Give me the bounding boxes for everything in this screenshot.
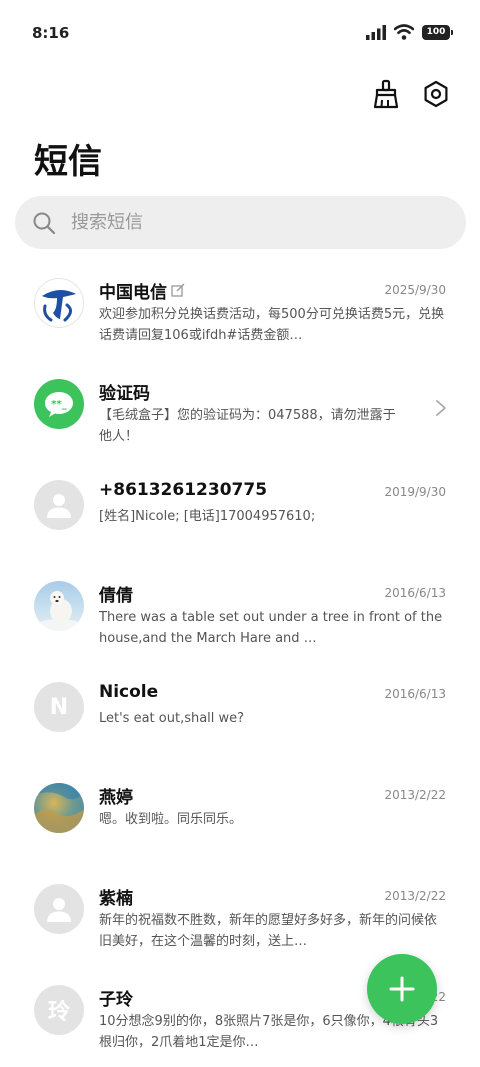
message-date: 2016/6/13: [384, 586, 446, 600]
wifi-icon: [394, 24, 414, 40]
avatar: [34, 884, 84, 934]
status-bar: 8:16 100: [0, 0, 480, 70]
svg-text:**_: **_: [51, 399, 66, 410]
message-preview: 嗯。收到啦。同乐同乐。: [99, 812, 243, 827]
message-sender: 紫楠: [99, 884, 133, 909]
gear-icon: [424, 80, 448, 108]
message-sender: 中国电信: [99, 278, 186, 303]
edit-note-icon: [171, 283, 185, 297]
message-sender: 验证码: [99, 379, 150, 404]
message-date: 2016/6/13: [384, 687, 446, 701]
message-sender: Nicole: [99, 682, 158, 702]
message-preview: 【毛绒盒子】您的验证码为：047588，请勿泄露于他人！: [99, 408, 396, 444]
avatar: N: [34, 682, 84, 732]
new-message-button[interactable]: [367, 954, 437, 1024]
message-sender: 倩倩: [99, 581, 133, 606]
signal-icon: [366, 24, 386, 40]
message-date: 2019/9/30: [384, 485, 446, 499]
chevron-right-icon: [436, 400, 446, 416]
message-date: 2013/2/22: [384, 889, 446, 903]
avatar: [34, 783, 84, 833]
search-icon: [31, 210, 57, 236]
chat-bubble-icon: **_: [45, 392, 73, 417]
message-sender-label: 紫楠: [99, 889, 133, 909]
message-sender-label: 燕婷: [99, 788, 133, 808]
status-icons: 100: [366, 24, 453, 40]
message-item[interactable]: 紫楠 2013/2/22 新年的祝福数不胜数，新年的愿望好多好多，新年的问候依旧…: [0, 864, 480, 965]
message-sender-label: 倩倩: [99, 586, 133, 606]
message-preview: [姓名]Nicole; [电话]17004957610;: [99, 509, 316, 524]
polar-bear-photo-icon: [37, 591, 81, 631]
message-sender-label: Nicole: [99, 682, 159, 702]
message-item[interactable]: 中国电信 2025/9/30 欢迎参加积分兑换话费活动，每500分可兑换话费5元…: [0, 258, 480, 359]
landscape-photo-icon: [34, 783, 84, 833]
battery-icon: 100: [422, 24, 453, 40]
message-sender: 燕婷: [99, 783, 133, 808]
message-sender-label: 中国电信: [99, 283, 167, 303]
plus-icon: [389, 976, 415, 1002]
message-list: 中国电信 2025/9/30 欢迎参加积分兑换话费活动，每500分可兑换话费5元…: [0, 258, 480, 1066]
message-date: 2025/9/30: [384, 283, 446, 297]
message-item[interactable]: N Nicole 2016/6/13 Let's eat out,shall w…: [0, 662, 480, 763]
avatar: [34, 581, 84, 631]
message-preview: Let's eat out,shall we?: [99, 711, 245, 726]
message-item[interactable]: +8613261230775 2019/9/30 [姓名]Nicole; [电话…: [0, 460, 480, 561]
clean-button[interactable]: [370, 78, 402, 110]
message-sender-label: 验证码: [99, 384, 150, 404]
message-item[interactable]: 燕婷 2013/2/22 嗯。收到啦。同乐同乐。: [0, 763, 480, 864]
broom-icon: [373, 79, 399, 109]
message-sender: +8613261230775: [99, 480, 267, 500]
message-sender-label: 子玲: [99, 990, 133, 1010]
china-telecom-logo-icon: [42, 289, 76, 322]
search-input[interactable]: [69, 211, 433, 234]
message-preview: 欢迎参加积分兑换话费活动，每500分可兑换话费5元，兑换话费请回复106或ifd…: [99, 307, 445, 343]
settings-button[interactable]: [420, 78, 452, 110]
search-bar[interactable]: [15, 196, 466, 249]
avatar: 玲: [34, 985, 84, 1035]
page-title: 短信: [34, 142, 102, 182]
avatar: **_: [34, 379, 84, 429]
message-preview: There was a table set out under a tree i…: [99, 610, 443, 646]
message-item[interactable]: **_ 验证码 【毛绒盒子】您的验证码为：047588，请勿泄露于他人！: [0, 359, 480, 460]
toolbar: [370, 78, 452, 110]
person-icon: [47, 898, 71, 922]
message-sender-label: +8613261230775: [99, 480, 268, 500]
message-date: 2013/2/22: [384, 788, 446, 802]
person-icon: [47, 494, 71, 518]
message-sender: 子玲: [99, 985, 133, 1010]
avatar: [34, 480, 84, 530]
message-item[interactable]: 倩倩 2016/6/13 There was a table set out u…: [0, 561, 480, 662]
avatar: [34, 278, 84, 328]
message-preview: 新年的祝福数不胜数，新年的愿望好多好多，新年的问候依旧美好，在这个温馨的时刻，送…: [99, 913, 438, 949]
status-time: 8:16: [32, 24, 70, 42]
